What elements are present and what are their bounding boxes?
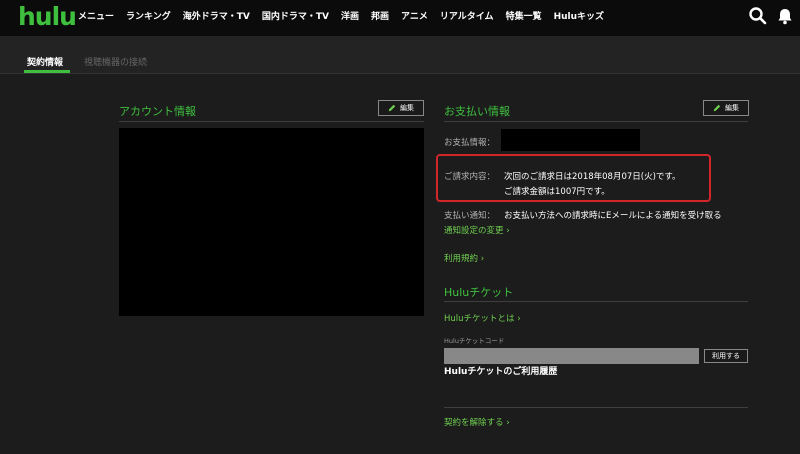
ticket-history-link[interactable]: Huluチケットのご利用履歴 [444,364,557,377]
billing-next-date: 次回のご請求日は2018年08月07日(火)です。 [504,172,681,182]
nav-item-kids[interactable]: Huluキッズ [554,9,604,22]
nav-item-western-movies[interactable]: 洋画 [341,9,359,22]
notice-value: お支払い方法への請求時にEメールによる通知を受け取る [504,211,722,221]
payment-info-redacted [501,129,640,151]
payment-section-title: お支払い情報 [444,105,510,118]
nav-item-realtime[interactable]: リアルタイム [440,9,494,22]
cancel-divider [444,407,748,408]
account-divider [119,121,424,122]
pencil-icon [388,104,396,112]
nav-item-foreign-drama[interactable]: 海外ドラマ・TV [183,9,250,22]
tabs-bar: 契約情報 視聴機器の接続 [0,36,800,74]
account-section-title: アカウント情報 [119,105,196,118]
pencil-icon [713,104,721,112]
ticket-divider [444,301,748,302]
nav-item-ranking[interactable]: ランキング [126,9,171,22]
tab-device-connection[interactable]: 視聴機器の接続 [84,55,147,68]
ticket-about-link[interactable]: Huluチケットとは › [444,312,521,324]
search-icon[interactable] [748,6,768,26]
nav-item-features[interactable]: 特集一覧 [506,9,542,22]
nav-item-domestic-drama[interactable]: 国内ドラマ・TV [262,9,329,22]
notice-label: 支払い通知： [444,211,496,221]
payment-edit-label: 編集 [725,104,739,112]
ticket-use-button[interactable]: 利用する [704,349,748,363]
nav-item-anime[interactable]: アニメ [401,9,428,22]
notice-settings-link[interactable]: 通知設定の変更 › [444,224,510,236]
tab-contract-info[interactable]: 契約情報 [27,55,63,68]
payment-edit-button[interactable]: 編集 [703,100,749,116]
payment-divider [444,121,748,122]
cancel-contract-link[interactable]: 契約を解除する › [444,416,510,428]
account-edit-button[interactable]: 編集 [378,100,424,116]
billing-amount: ご請求金額は1007円です。 [504,187,610,197]
ticket-section-title: Huluチケット [444,286,514,299]
account-info-redacted [119,128,424,316]
ticket-code-input[interactable] [444,348,699,364]
top-header: hulu メニュー ランキング 海外ドラマ・TV 国内ドラマ・TV 洋画 邦画 … [0,0,800,36]
main-nav: メニュー ランキング 海外ドラマ・TV 国内ドラマ・TV 洋画 邦画 アニメ リ… [78,9,604,22]
account-edit-label: 編集 [400,104,414,112]
billing-label: ご請求内容： [444,172,496,182]
hulu-logo[interactable]: hulu [18,2,77,31]
active-tab-indicator [24,70,70,73]
nav-item-menu[interactable]: メニュー [78,9,114,22]
terms-link[interactable]: 利用規約 › [444,252,484,264]
bell-icon[interactable] [775,6,795,26]
ticket-code-label: Huluチケットコード [444,337,505,345]
payment-info-label: お支払情報： [444,138,496,148]
nav-item-japanese-movies[interactable]: 邦画 [371,9,389,22]
